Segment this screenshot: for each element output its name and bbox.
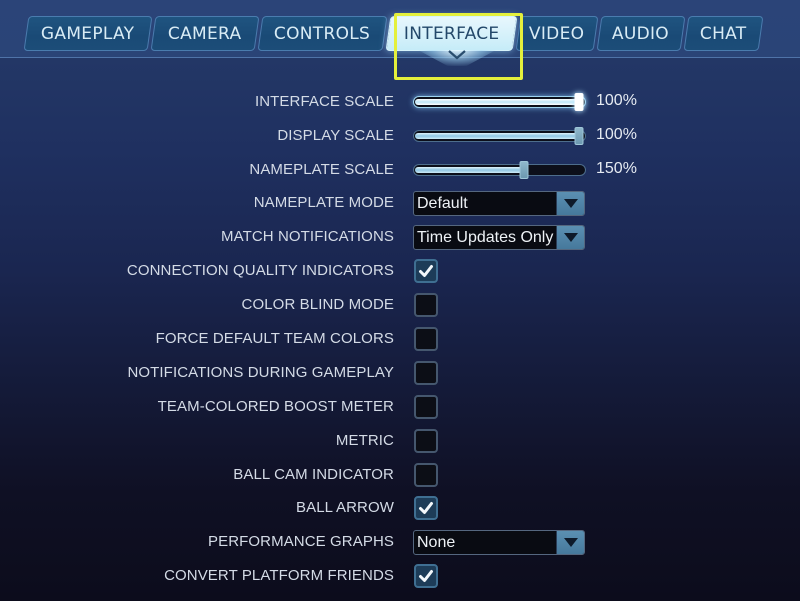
tab-label: VIDEO: [529, 23, 585, 44]
slider-value: 100%: [596, 92, 637, 109]
setting-interface-scale: INTERFACE SCALE 100%: [0, 87, 800, 117]
nameplate-mode-dropdown[interactable]: Default: [413, 191, 585, 216]
tab-label: CONTROLS: [274, 23, 371, 44]
setting-team-colored-boost-meter: TEAM-COLORED BOOST METER: [0, 392, 800, 422]
setting-connection-quality-indicators: CONNECTION QUALITY INDICATORS: [0, 256, 800, 286]
dropdown-value: None: [417, 534, 456, 551]
dropdown-button[interactable]: [556, 531, 584, 554]
interface-scale-slider[interactable]: [413, 93, 586, 111]
tab-bar: GAMEPLAY CAMERA CONTROLS INTERFACE VIDEO…: [0, 0, 800, 58]
color-blind-mode-checkbox[interactable]: [414, 293, 438, 317]
checkmark-icon: [419, 502, 433, 514]
setting-label: CONVERT PLATFORM FRIENDS: [164, 567, 394, 584]
convert-platform-friends-checkbox[interactable]: [414, 564, 438, 588]
setting-label: NAMEPLATE SCALE: [249, 161, 394, 178]
caret-down-icon: [564, 233, 578, 242]
tab-audio[interactable]: AUDIO: [596, 16, 686, 51]
dropdown-value: Default: [417, 195, 468, 212]
setting-label: TEAM-COLORED BOOST METER: [157, 398, 394, 415]
setting-label: DISPLAY SCALE: [277, 127, 394, 144]
slider-fill: [415, 133, 580, 139]
setting-color-blind-mode: COLOR BLIND MODE: [0, 290, 800, 320]
slider-thumb[interactable]: [574, 127, 584, 145]
tab-chat[interactable]: CHAT: [683, 16, 764, 51]
match-notifications-dropdown[interactable]: Time Updates Only: [413, 225, 585, 250]
tab-gameplay[interactable]: GAMEPLAY: [23, 16, 153, 51]
caret-down-icon: [564, 538, 578, 547]
connection-quality-indicators-checkbox[interactable]: [414, 259, 438, 283]
setting-nameplate-scale: NAMEPLATE SCALE 150%: [0, 155, 800, 185]
tab-interface[interactable]: INTERFACE: [385, 16, 518, 51]
ball-arrow-checkbox[interactable]: [414, 496, 438, 520]
setting-label: BALL ARROW: [296, 499, 394, 516]
tab-label: GAMEPLAY: [41, 23, 135, 44]
setting-label: BALL CAM INDICATOR: [233, 466, 394, 483]
checkmark-icon: [419, 570, 433, 582]
tab-video[interactable]: VIDEO: [515, 16, 599, 51]
caret-down-icon: [564, 199, 578, 208]
force-default-team-colors-checkbox[interactable]: [414, 327, 438, 351]
tab-label: AUDIO: [612, 23, 670, 44]
setting-label: PERFORMANCE GRAPHS: [208, 533, 394, 550]
metric-checkbox[interactable]: [414, 429, 438, 453]
dropdown-button[interactable]: [556, 226, 584, 249]
setting-performance-graphs: PERFORMANCE GRAPHS None: [0, 527, 800, 557]
settings-tabs: GAMEPLAY CAMERA CONTROLS INTERFACE VIDEO…: [23, 16, 764, 51]
setting-label: NAMEPLATE MODE: [253, 194, 394, 211]
checkmark-icon: [419, 265, 433, 277]
tab-controls[interactable]: CONTROLS: [257, 16, 388, 51]
dropdown-button[interactable]: [556, 192, 584, 215]
chevron-down-icon: [448, 50, 466, 60]
setting-ball-cam-indicator: BALL CAM INDICATOR: [0, 460, 800, 490]
display-scale-slider[interactable]: [413, 127, 586, 145]
setting-nameplate-mode: NAMEPLATE MODE Default: [0, 188, 800, 218]
setting-match-notifications: MATCH NOTIFICATIONS Time Updates Only: [0, 222, 800, 252]
tab-camera[interactable]: CAMERA: [150, 16, 260, 51]
team-colored-boost-meter-checkbox[interactable]: [414, 395, 438, 419]
performance-graphs-dropdown[interactable]: None: [413, 530, 585, 555]
setting-label: MATCH NOTIFICATIONS: [220, 228, 394, 245]
setting-label: CONNECTION QUALITY INDICATORS: [126, 262, 394, 279]
notifications-during-gameplay-checkbox[interactable]: [414, 361, 438, 385]
setting-convert-platform-friends: CONVERT PLATFORM FRIENDS: [0, 561, 800, 591]
setting-label: NOTIFICATIONS DURING GAMEPLAY: [127, 364, 394, 381]
setting-metric: METRIC: [0, 426, 800, 456]
tab-label: CHAT: [700, 23, 747, 44]
slider-fill: [415, 99, 580, 105]
tab-label: CAMERA: [168, 23, 242, 44]
dropdown-value: Time Updates Only: [417, 229, 554, 246]
setting-label: METRIC: [335, 432, 394, 449]
setting-notifications-during-gameplay: NOTIFICATIONS DURING GAMEPLAY: [0, 358, 800, 388]
setting-label: COLOR BLIND MODE: [241, 296, 394, 313]
setting-force-default-team-colors: FORCE DEFAULT TEAM COLORS: [0, 324, 800, 354]
ball-cam-indicator-checkbox[interactable]: [414, 463, 438, 487]
tab-label: INTERFACE: [403, 23, 500, 44]
nameplate-scale-slider[interactable]: [413, 161, 586, 179]
slider-value: 150%: [596, 160, 637, 177]
slider-thumb[interactable]: [574, 93, 584, 111]
setting-ball-arrow: BALL ARROW: [0, 493, 800, 523]
slider-thumb[interactable]: [519, 161, 529, 179]
setting-display-scale: DISPLAY SCALE 100%: [0, 121, 800, 151]
setting-label: FORCE DEFAULT TEAM COLORS: [155, 330, 394, 347]
slider-fill: [415, 167, 525, 173]
setting-label: INTERFACE SCALE: [254, 93, 394, 110]
slider-value: 100%: [596, 126, 637, 143]
